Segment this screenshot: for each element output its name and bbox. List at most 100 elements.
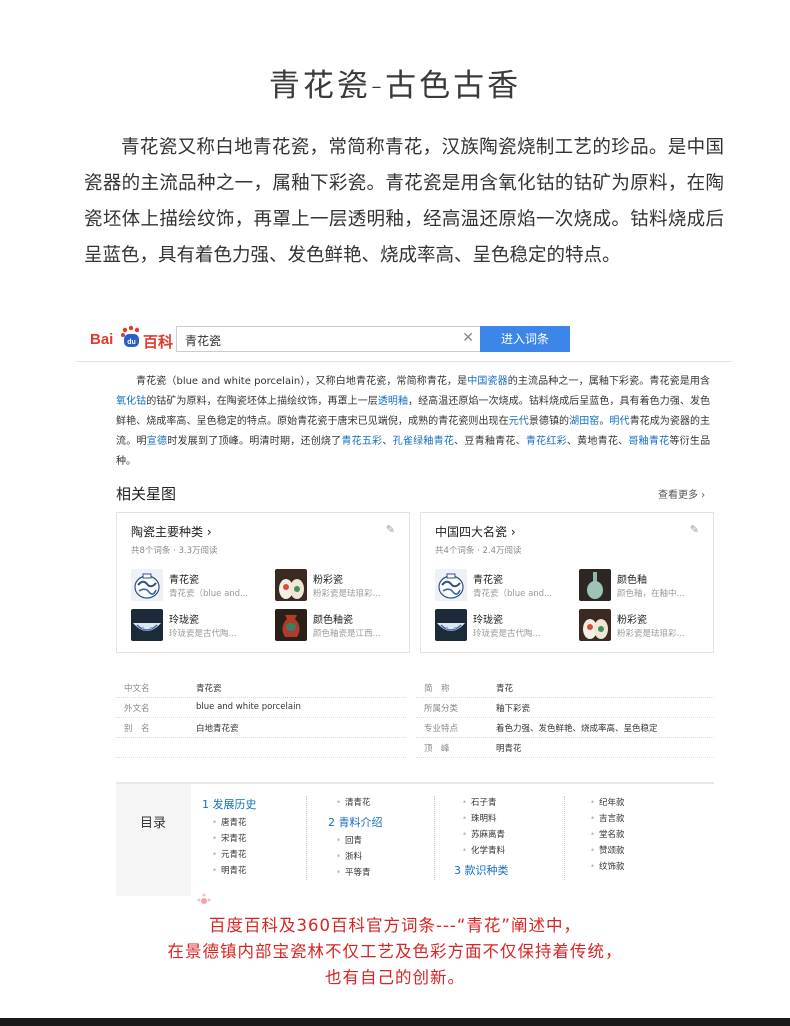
logo-du-text: du xyxy=(127,339,136,346)
link-clear-glaze[interactable]: 透明釉 xyxy=(378,396,408,407)
card-item[interactable]: 颜色釉 颜色釉，在釉中... xyxy=(579,569,719,603)
toc-item[interactable]: 纪年款 xyxy=(590,796,625,808)
link-hutian-kiln[interactable]: 湖田窑 xyxy=(569,416,599,427)
toc-item[interactable]: 唐青花 xyxy=(212,816,247,828)
toc-item[interactable]: 赞颂款 xyxy=(590,844,625,856)
bowl-linglong-icon xyxy=(435,609,467,641)
toc-item[interactable]: 宋青花 xyxy=(212,832,247,844)
toc-heading-materials[interactable]: 2 青料介绍 xyxy=(328,814,383,830)
toc-item[interactable]: 化学青料 xyxy=(462,844,505,856)
enter-entry-button[interactable]: 进入词条 xyxy=(480,326,570,352)
card-item[interactable]: 玲珑瓷 玲珑瓷是古代陶... xyxy=(131,609,271,643)
related-card[interactable]: 中国四大名瓷 › ✎ 共4个词条 · 2.4万阅读 青花瓷 青花瓷（blue a… xyxy=(420,512,714,653)
info-value: 白地青花瓷 xyxy=(196,724,239,734)
vase-famille-rose-icon xyxy=(579,609,611,641)
info-key: 所属分类 xyxy=(424,704,459,714)
summary-text: 青花瓷（blue and white porcelain），又称白地青花瓷，常简… xyxy=(136,376,468,387)
toc-item[interactable]: 珠明料 xyxy=(462,812,497,824)
toc-item[interactable]: 回青 xyxy=(336,834,362,846)
info-value: 着色力强、发色鲜艳、烧成率高、呈色稳定 xyxy=(496,724,658,734)
link-yuan-dynasty[interactable]: 元代 xyxy=(509,416,529,427)
card-item-desc: 玲珑瓷是古代陶... xyxy=(169,629,237,639)
link-peacock-green[interactable]: 孔雀绿釉青花 xyxy=(393,436,454,447)
link-cobalt-oxide[interactable]: 氧化钴 xyxy=(116,396,146,407)
card-item-desc: 颜色釉瓷是江西... xyxy=(313,629,381,639)
vase-blue-white-icon xyxy=(435,569,467,601)
summary-text: 的钴矿为原料，在陶瓷坯体上描绘纹饰，再罩上一层 xyxy=(146,396,378,407)
info-key: 中文名 xyxy=(124,684,150,694)
toc-item[interactable]: 苏麻离青 xyxy=(462,828,505,840)
card-item[interactable]: 颜色釉瓷 颜色釉瓷是江西... xyxy=(275,609,415,643)
vase-colored-glaze-icon xyxy=(275,609,307,641)
toc-label-box: 目录 xyxy=(116,784,191,896)
toc-item[interactable]: 石子青 xyxy=(462,796,497,808)
clear-icon[interactable]: ✕ xyxy=(462,330,474,346)
info-row: 顶 峰 明青花 xyxy=(416,738,714,758)
toc-item[interactable]: 吉言款 xyxy=(590,812,625,824)
summary-text: 、豆青釉青花、 xyxy=(454,436,526,447)
card-item[interactable]: 粉彩瓷 粉彩瓷是珐琅彩... xyxy=(579,609,719,643)
card-item-desc: 粉彩瓷是珐琅彩... xyxy=(617,629,685,639)
table-of-contents: 目录 1 发展历史 唐青花 宋青花 元青花 明青花 清青花 2 青料介绍 回青 … xyxy=(116,782,714,896)
link-qinghua-wucai[interactable]: 青花五彩 xyxy=(341,436,382,447)
info-key: 外文名 xyxy=(124,704,150,714)
paw-logo-icon: du xyxy=(121,325,140,347)
toc-item[interactable]: 明青花 xyxy=(212,864,247,876)
info-value: 明青花 xyxy=(496,744,522,754)
card-item[interactable]: 粉彩瓷 粉彩瓷是珐琅彩... xyxy=(275,569,415,603)
card-item-desc: 玲珑瓷是古代陶... xyxy=(473,629,541,639)
info-value: 釉下彩瓷 xyxy=(496,704,531,714)
baike-summary: 青花瓷（blue and white porcelain），又称白地青花瓷，常简… xyxy=(116,372,710,472)
intro-paragraph: 青花瓷又称白地青花瓷，常简称青花，汉族陶瓷烧制工艺的珍品。是中国瓷器的主流品种之… xyxy=(84,137,724,266)
toc-divider xyxy=(564,796,565,880)
vase-famille-rose-icon xyxy=(275,569,307,601)
link-ge-glaze[interactable]: 哥釉青花 xyxy=(628,436,669,447)
pencil-icon[interactable]: ✎ xyxy=(386,523,395,536)
caption-line-3: 也有自己的创新。 xyxy=(325,968,465,987)
card-item[interactable]: 玲珑瓷 玲珑瓷是古代陶... xyxy=(435,609,575,643)
search-input[interactable]: 青花瓷 ✕ xyxy=(176,326,480,352)
summary-text: 。 xyxy=(599,416,610,427)
summary-text: 时发展到了顶峰。明清时期，还创烧了 xyxy=(167,436,342,447)
info-key: 简 称 xyxy=(424,684,450,694)
toc-item[interactable]: 纹饰款 xyxy=(590,860,625,872)
card-item[interactable]: 青花瓷 青花瓷（blue and... xyxy=(435,569,575,603)
link-xuande[interactable]: 宣德 xyxy=(147,436,168,447)
link-ming-dynasty[interactable]: 明代 xyxy=(609,416,629,427)
baike-screenshot: Bai du 百科 青花瓷 ✕ 进入词条 青花瓷（blue and white … xyxy=(76,318,732,906)
card-item-name: 粉彩瓷 xyxy=(313,575,343,586)
info-row: 中文名 青花瓷 xyxy=(116,678,406,698)
summary-text: 的主流品种之一，属釉下彩瓷。青花瓷是用含 xyxy=(507,376,710,387)
search-input-value: 青花瓷 xyxy=(185,334,222,348)
related-more-link[interactable]: 查看更多 › xyxy=(658,486,705,501)
info-key: 别 名 xyxy=(124,724,150,734)
related-title: 相关星图 xyxy=(116,485,177,503)
link-china-porcelain[interactable]: 中国瓷器 xyxy=(467,376,507,387)
page-title: 青花瓷-古色古香 xyxy=(268,68,522,104)
card-title[interactable]: 陶瓷主要种类 › xyxy=(131,523,212,540)
pencil-icon[interactable]: ✎ xyxy=(690,523,699,536)
bowl-linglong-icon xyxy=(131,609,163,641)
logo-bai-text: Bai xyxy=(90,331,114,348)
card-title[interactable]: 中国四大名瓷 › xyxy=(435,523,516,540)
toc-heading-history[interactable]: 1 发展历史 xyxy=(202,796,257,812)
info-row: 专业特点 着色力强、发色鲜艳、烧成率高、呈色稳定 xyxy=(416,718,714,738)
card-item-desc: 粉彩瓷是珐琅彩... xyxy=(313,589,381,599)
related-card[interactable]: 陶瓷主要种类 › ✎ 共8个词条 · 3.3万阅读 青花瓷 青花瓷（blue a… xyxy=(116,512,410,653)
card-item-name: 玲珑瓷 xyxy=(473,615,503,626)
link-qinghua-hongcai[interactable]: 青花红彩 xyxy=(526,436,567,447)
card-meta: 共4个词条 · 2.4万阅读 xyxy=(435,546,522,556)
toc-item[interactable]: 元青花 xyxy=(212,848,247,860)
vase-celadon-icon xyxy=(579,569,611,601)
toc-item[interactable]: 平等青 xyxy=(336,866,371,878)
info-row xyxy=(116,738,406,758)
toc-heading-marks[interactable]: 3 款识种类 xyxy=(454,862,509,878)
toc-divider xyxy=(306,796,307,880)
flower-decoration-icon xyxy=(197,893,211,904)
card-item[interactable]: 青花瓷 青花瓷（blue and... xyxy=(131,569,271,603)
toc-item[interactable]: 清青花 xyxy=(336,796,371,808)
toc-item[interactable]: 堂名款 xyxy=(590,828,625,840)
toc-item[interactable]: 浙料 xyxy=(336,850,362,862)
info-row: 所属分类 釉下彩瓷 xyxy=(416,698,714,718)
bottom-bar xyxy=(0,1018,790,1026)
